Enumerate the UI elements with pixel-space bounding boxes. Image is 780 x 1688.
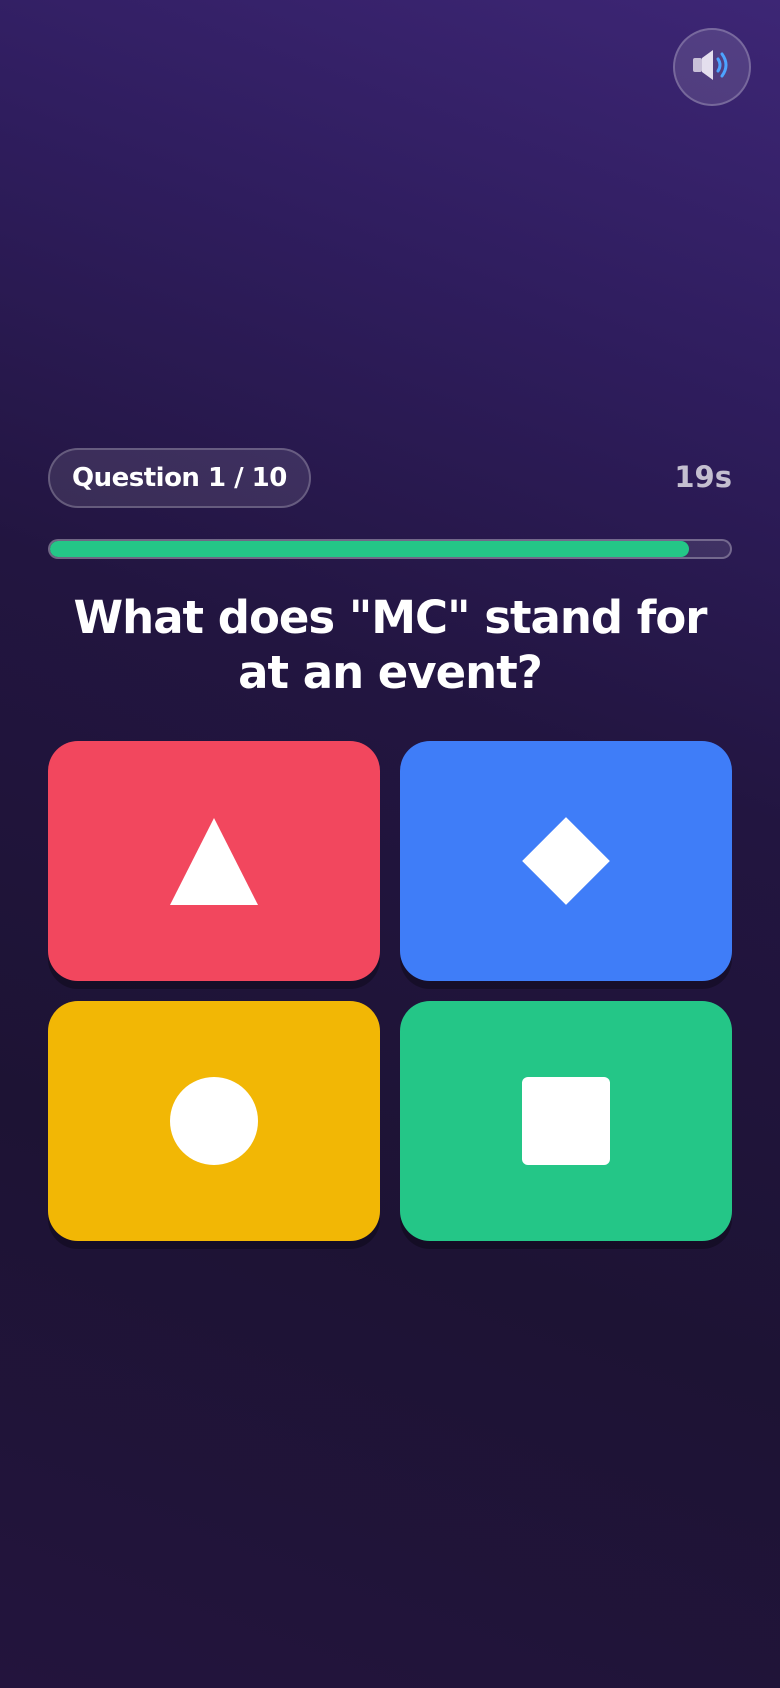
answer-option-triangle[interactable] xyxy=(48,741,380,981)
countdown-timer: 19s xyxy=(674,460,732,494)
square-icon xyxy=(522,1077,610,1165)
question-text: What does "MC" stand for at an event? xyxy=(73,591,708,699)
time-progress-bar xyxy=(48,539,732,559)
circle-icon xyxy=(170,1077,258,1165)
answer-grid xyxy=(48,741,732,1241)
answer-option-circle[interactable] xyxy=(48,1001,380,1241)
sound-toggle-button[interactable] xyxy=(673,28,751,106)
time-progress-fill xyxy=(50,541,690,557)
question-counter-label: Question 1 / 10 xyxy=(72,463,287,493)
triangle-icon xyxy=(170,817,258,905)
diamond-icon xyxy=(522,817,610,905)
question-counter: Question 1 / 10 xyxy=(48,448,311,508)
speaker-volume-icon xyxy=(691,47,733,87)
answer-option-diamond[interactable] xyxy=(400,741,732,981)
answer-option-square[interactable] xyxy=(400,1001,732,1241)
